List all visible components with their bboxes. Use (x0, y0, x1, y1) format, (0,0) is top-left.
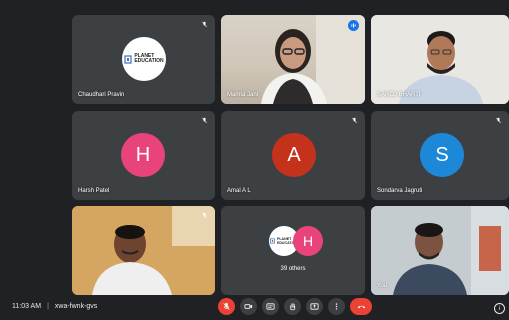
separator: | (47, 303, 49, 310)
more-options-icon (335, 303, 338, 310)
mic-muted-icon (200, 211, 209, 220)
participant-name: Amal A L (227, 188, 251, 194)
present-icon (310, 303, 319, 310)
more-options-button[interactable] (328, 298, 345, 315)
participant-tile-you[interactable]: You (371, 206, 509, 295)
meeting-details: 11:03 AM | xwa-fwnk-gvs (12, 303, 97, 310)
end-call-button[interactable] (350, 298, 372, 315)
meeting-time: 11:03 AM (12, 303, 42, 310)
meeting-code[interactable]: xwa-fwnk-gvs (55, 303, 97, 310)
mic-muted-icon (200, 20, 209, 29)
present-button[interactable] (306, 298, 323, 315)
participant-name: Mamta Jani (227, 92, 259, 98)
mic-muted-icon (200, 116, 209, 125)
captions-button[interactable] (262, 298, 279, 315)
avatar: H (121, 133, 165, 177)
participant-name: SAROJ BHARTI (377, 92, 421, 98)
raise-hand-button[interactable] (284, 298, 301, 315)
participant-video (221, 15, 365, 104)
meeting-toolbar: 11:03 AM | xwa-fwnk-gvs i (0, 296, 509, 320)
planet-education-logo: PLANET EDUCATION (122, 37, 166, 81)
participant-name: Sondarva Jagruti (377, 188, 423, 194)
mic-muted-icon (494, 116, 503, 125)
others-tile[interactable]: PLANET EDUCATION H 39 others (221, 206, 365, 295)
planet-logo-icon (124, 54, 132, 64)
mic-toggle-button[interactable] (218, 298, 235, 315)
planet-logo-icon (270, 238, 275, 244)
participant-name: Chaudhari Pravin (78, 92, 125, 98)
end-call-icon (357, 305, 365, 309)
participant-video (72, 206, 215, 295)
meeting-info-button[interactable]: i (494, 303, 505, 314)
raise-hand-icon (290, 302, 296, 311)
camera-toggle-button[interactable] (240, 298, 257, 315)
participant-tile-harsh-patel[interactable]: H Harsh Patel (72, 111, 215, 200)
mic-off-icon (223, 302, 230, 310)
mic-muted-icon (350, 116, 359, 125)
captions-icon (266, 303, 275, 310)
participant-tile-chaudhari-pravin[interactable]: PLANET EDUCATION Chaudhari Pravin (72, 15, 215, 104)
participant-tile-video-man[interactable] (72, 206, 215, 295)
avatar: S (420, 133, 464, 177)
avatar: H (293, 226, 323, 256)
participant-name: Harsh Patel (78, 188, 110, 194)
participant-tile-mamta-jani[interactable]: Mamta Jani (221, 15, 365, 104)
avatar: A (272, 133, 316, 177)
participant-video (371, 15, 509, 104)
participant-name: You (377, 283, 388, 289)
participant-tile-sondarva-jagruti[interactable]: S Sondarva Jagruti (371, 111, 509, 200)
participant-tile-saroj-bharti[interactable]: SAROJ BHARTI (371, 15, 509, 104)
participant-tile-amal-a-l[interactable]: A Amal A L (221, 111, 365, 200)
others-count-label: 39 others (280, 266, 306, 272)
participant-video (371, 206, 509, 295)
camera-icon (244, 304, 253, 309)
speaking-indicator-icon (348, 20, 359, 31)
